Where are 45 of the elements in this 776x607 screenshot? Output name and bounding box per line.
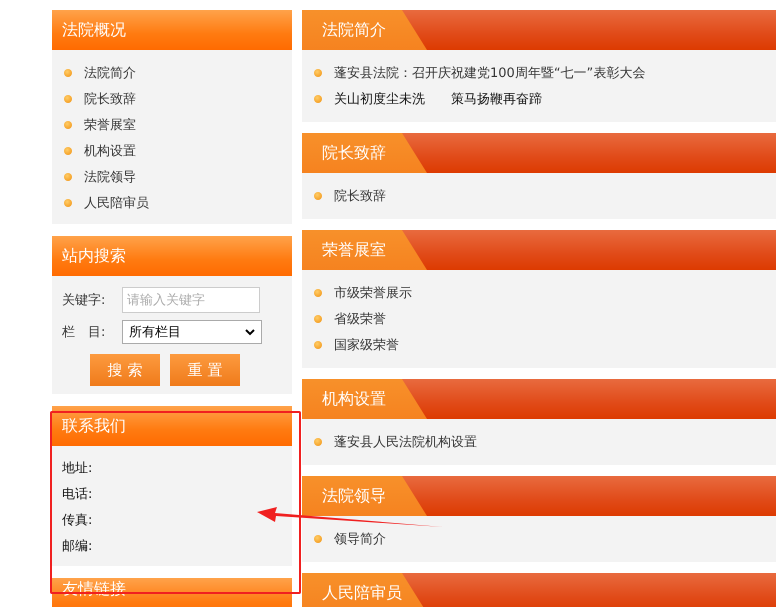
article-link[interactable]: 院长致辞 <box>334 187 386 205</box>
bullet-icon <box>314 341 322 349</box>
nav-link[interactable]: 法院领导 <box>84 168 136 186</box>
bullet-icon <box>314 535 322 543</box>
contact-label: 电话: <box>62 486 94 504</box>
bullet-icon <box>314 95 322 103</box>
column-label: 栏 目: <box>62 324 106 341</box>
article-link[interactable]: 市级荣誉展示 <box>334 284 412 302</box>
bullet-icon <box>64 69 72 77</box>
contact-label: 传真: <box>62 512 94 530</box>
bullet-icon <box>64 121 72 129</box>
article-link[interactable]: 省级荣誉 <box>334 310 386 328</box>
section-title: 法院简介 <box>302 10 427 50</box>
panel-title: 法院概况 <box>62 20 126 40</box>
keyword-label: 关键字: <box>62 292 106 309</box>
section-title: 荣誉展室 <box>302 230 427 270</box>
panel-title: 联系我们 <box>62 416 126 436</box>
keyword-field[interactable]: 请输入关键字 <box>122 287 260 313</box>
nav-link[interactable]: 法院简介 <box>84 64 136 82</box>
bullet-icon <box>314 438 322 446</box>
column-dropdown[interactable]: 所有栏目 <box>122 320 262 344</box>
article-link[interactable]: 国家级荣誉 <box>334 336 399 354</box>
nav-link[interactable]: 院长致辞 <box>84 90 136 108</box>
section-title: 机构设置 <box>302 379 427 419</box>
article-link[interactable]: 关山初度尘未洗 策马扬鞭再奋蹄 <box>334 90 542 108</box>
bullet-icon <box>64 173 72 181</box>
nav-link[interactable]: 机构设置 <box>84 142 136 160</box>
nav-link[interactable]: 荣誉展室 <box>84 116 136 134</box>
bullet-icon <box>64 147 72 155</box>
bullet-icon <box>64 95 72 103</box>
section-title: 院长致辞 <box>302 133 427 173</box>
contact-label: 邮编: <box>62 538 94 556</box>
contact-label: 地址: <box>62 460 94 478</box>
article-link[interactable]: 领导简介 <box>334 530 386 548</box>
nav-link[interactable]: 人民陪审员 <box>84 194 149 212</box>
bullet-icon <box>314 289 322 297</box>
bullet-icon <box>314 192 322 200</box>
article-link[interactable]: 蓬安县人民法院机构设置 <box>334 433 477 451</box>
panel-title: 站内搜索 <box>62 246 126 266</box>
bullet-icon <box>64 199 72 207</box>
article-link[interactable]: 蓬安县法院：召开庆祝建党100周年暨“七一”表彰大会 <box>334 64 646 82</box>
section-title: 法院领导 <box>302 476 427 516</box>
bullet-icon <box>314 69 322 77</box>
bullet-icon <box>314 315 322 323</box>
chevron-down-icon <box>245 328 255 336</box>
